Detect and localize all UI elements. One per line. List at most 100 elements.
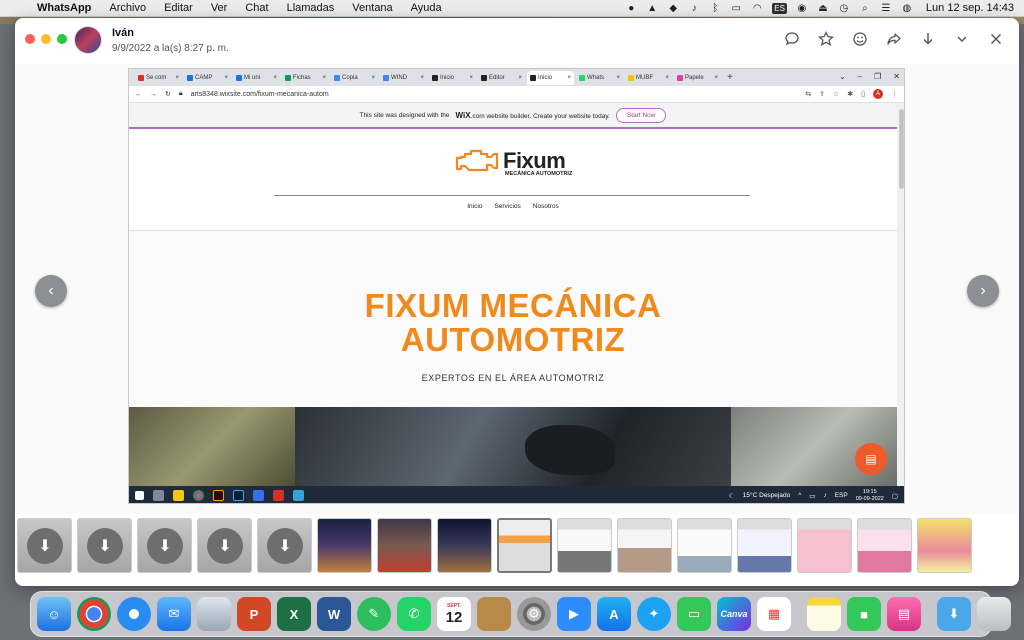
forward-icon[interactable] — [885, 30, 903, 48]
zoom-icon[interactable]: ▶ — [557, 597, 591, 631]
keynote-icon[interactable]: ▤ — [887, 597, 921, 631]
media-thumbnail[interactable] — [437, 518, 492, 573]
close-icon[interactable] — [987, 30, 1005, 48]
menu-ventana[interactable]: Ventana — [343, 2, 401, 14]
media-thumbnail[interactable] — [317, 518, 372, 573]
browser-tab: CAMP × — [184, 71, 231, 85]
moon-icon: ☾ — [728, 492, 735, 500]
time-machine-icon[interactable]: ◷ — [838, 3, 850, 14]
logo-word: Fixum — [503, 148, 566, 173]
menu-chat[interactable]: Chat — [236, 2, 277, 14]
viewer-toolbar — [783, 30, 1005, 48]
siri-icon[interactable]: ◍ — [901, 3, 913, 14]
drive-status-icon[interactable]: ▲ — [646, 3, 658, 14]
eject-icon[interactable]: ⏏ — [817, 3, 829, 14]
finder-icon[interactable]: ☺ — [37, 597, 71, 631]
browser-address-bar: ← → ↻ 🔒︎ arts8348.wixsite.com/fixum-meca… — [129, 86, 904, 103]
media-thumbnail[interactable] — [857, 518, 912, 573]
download-icon[interactable] — [919, 30, 937, 48]
downloads-folder-icon[interactable]: ⬇ — [937, 597, 971, 631]
control-center-icon[interactable]: ☰ — [880, 3, 892, 14]
next-media-button[interactable]: › — [967, 275, 999, 307]
taskbar-time: 19:15 — [862, 488, 877, 495]
menu-bar: WhatsApp Archivo Editar Ver Chat Llamada… — [0, 0, 1024, 17]
trash-icon[interactable] — [977, 597, 1011, 631]
previous-media-button[interactable]: ‹ — [35, 275, 67, 307]
launchpad-icon[interactable]: ▦ — [757, 597, 791, 631]
media-viewer-window: Iván 9/9/2022 a la(s) 8:27 p. m. ‹ › Se … — [15, 18, 1019, 586]
bookmark-star-icon: ☆ — [832, 91, 840, 98]
canva-icon[interactable]: Canva — [717, 597, 751, 631]
search-icon[interactable]: ⌕ — [859, 3, 871, 14]
media-thumbnail[interactable] — [797, 518, 852, 573]
contacts-icon[interactable] — [477, 597, 511, 631]
emoji-icon[interactable] — [851, 30, 869, 48]
powerpoint-icon[interactable]: P — [237, 597, 271, 631]
minimize-window-button[interactable] — [41, 34, 51, 44]
wix-banner-text-2: .com website builder. Create your websit… — [470, 112, 610, 120]
whatsapp-icon[interactable]: ✆ — [397, 597, 431, 631]
menu-clock[interactable]: Lun 12 sep. 14:43 — [926, 2, 1014, 14]
contact-avatar[interactable] — [74, 26, 102, 54]
excel-icon[interactable]: X — [277, 597, 311, 631]
calendar-icon[interactable]: SEPT. 12 — [437, 597, 471, 631]
hero-photo-center — [295, 407, 731, 486]
media-thumbnail[interactable] — [917, 518, 972, 573]
extensions-icon: ✱ — [847, 91, 854, 98]
media-thumbnail[interactable] — [677, 518, 732, 573]
media-thumbnail[interactable] — [737, 518, 792, 573]
safari-icon[interactable]: ✦ — [117, 597, 151, 631]
volume-icon[interactable]: ♪ — [688, 3, 700, 14]
media-image: Se com × CAMP × Mi uni × Fichas × Copia × WIN… — [128, 68, 905, 504]
menu-ver[interactable]: Ver — [202, 2, 237, 14]
facetime-icon[interactable]: ■ — [847, 597, 881, 631]
browser-tab: Whats × — [576, 71, 623, 85]
word-icon[interactable]: W — [317, 597, 351, 631]
share-icon: ⇪ — [819, 91, 825, 98]
preview-icon[interactable] — [197, 597, 231, 631]
file-explorer-icon — [173, 490, 184, 501]
messages-icon[interactable]: ▭ — [677, 597, 711, 631]
browser-menu-icon: ⋮ — [891, 91, 898, 98]
app-store-icon[interactable]: A — [597, 597, 631, 631]
chrome-dock-icon[interactable] — [77, 597, 111, 631]
translate-icon: ⇆ — [805, 91, 812, 98]
menu-editar[interactable]: Editar — [155, 2, 202, 14]
battery-icon[interactable]: ▭ — [730, 3, 742, 14]
menu-ayuda[interactable]: Ayuda — [402, 2, 451, 14]
menu-llamadas[interactable]: Llamadas — [278, 2, 344, 14]
hero-title-line-1: FIXUM MECÁNICA — [364, 287, 662, 324]
zoom-window-button[interactable] — [57, 34, 67, 44]
media-thumbnail[interactable] — [617, 518, 672, 573]
wifi-icon[interactable]: ◠ — [751, 3, 763, 14]
system-preferences-icon[interactable]: ⚙ — [517, 597, 551, 631]
close-window-button[interactable] — [25, 34, 35, 44]
star-icon[interactable] — [817, 30, 835, 48]
menu-archivo[interactable]: Archivo — [100, 2, 155, 14]
media-thumbnail-download[interactable]: ⬇ — [197, 518, 252, 573]
media-thumbnail-download[interactable]: ⬇ — [137, 518, 192, 573]
media-thumbnail[interactable] — [557, 518, 612, 573]
browser-window-controls: ⌄ – ❐ ✕ — [838, 72, 900, 81]
dropbox-status-icon[interactable]: ◆ — [667, 3, 679, 14]
evernote-icon[interactable]: ✎ — [357, 597, 391, 631]
twitter-icon[interactable]: ✦ — [637, 597, 671, 631]
evernote-status-icon[interactable]: ● — [625, 3, 637, 14]
media-thumbnail-download[interactable]: ⬇ — [77, 518, 132, 573]
reply-icon[interactable] — [783, 30, 801, 48]
app-icon-2 — [273, 490, 284, 501]
chevron-down-icon[interactable] — [953, 30, 971, 48]
keyboard-input-icon[interactable]: ES — [772, 2, 787, 14]
menu-app-whatsapp[interactable]: WhatsApp — [28, 2, 100, 14]
wix-banner: This site was designed with the WiX.com … — [129, 103, 897, 129]
back-icon: ← — [135, 90, 142, 98]
notes-icon[interactable] — [807, 597, 841, 631]
media-thumbnail[interactable] — [377, 518, 432, 573]
mail-icon[interactable]: ✉ — [157, 597, 191, 631]
media-thumbnail-download[interactable]: ⬇ — [17, 518, 72, 573]
taskbar-language: ESP — [834, 492, 848, 499]
media-thumbnail-download[interactable]: ⬇ — [257, 518, 312, 573]
bluetooth-icon[interactable]: ᛒ — [709, 3, 721, 14]
user-icon[interactable]: ◉ — [796, 3, 808, 14]
media-thumbnail-selected[interactable] — [497, 518, 552, 573]
